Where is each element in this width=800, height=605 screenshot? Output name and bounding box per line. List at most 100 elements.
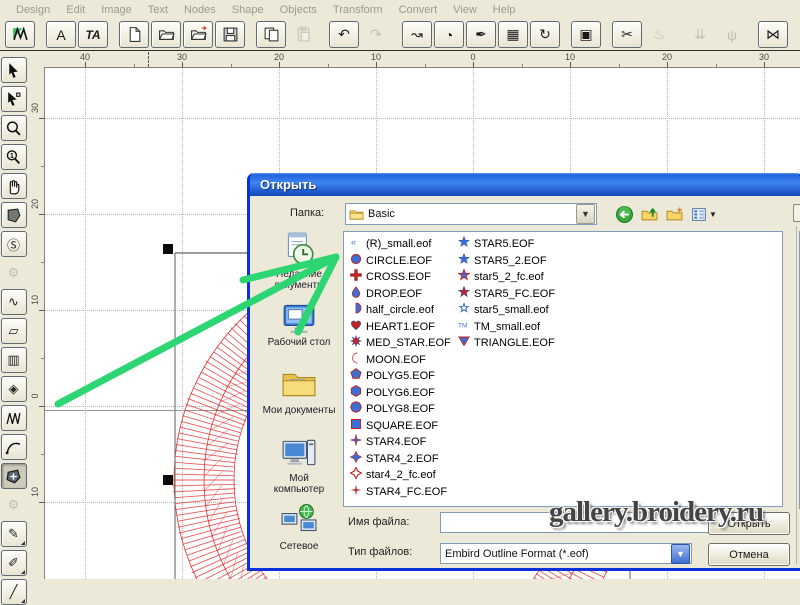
folder-combobox[interactable]: Basic ▼ bbox=[345, 203, 597, 225]
file-item[interactable]: DROP.EOF bbox=[350, 286, 458, 303]
open-file-button[interactable] bbox=[151, 21, 181, 48]
measure-curve-button[interactable]: ↝ bbox=[402, 21, 432, 48]
hoop-button[interactable]: ▣ bbox=[571, 21, 601, 48]
zoom-tool[interactable] bbox=[1, 115, 27, 141]
menu-edit[interactable]: Edit bbox=[58, 4, 93, 16]
file-item[interactable]: MED_STAR.EOF bbox=[350, 335, 458, 352]
file-item[interactable]: STAR4_FC.EOF bbox=[350, 484, 458, 501]
new-file-button[interactable] bbox=[119, 21, 149, 48]
desktop-icon bbox=[281, 299, 317, 337]
side-button-stub[interactable] bbox=[793, 204, 800, 222]
dialog-title: Открыть bbox=[260, 177, 316, 192]
file-name: DROP.EOF bbox=[366, 288, 422, 300]
selection-handle[interactable] bbox=[163, 475, 173, 485]
embird-stitch-logo-icon[interactable] bbox=[5, 21, 35, 48]
file-item[interactable]: TRIANGLE.EOF bbox=[458, 335, 566, 352]
pencil-tool[interactable]: ✎ bbox=[1, 521, 27, 547]
params-tool: ⚙ bbox=[1, 492, 27, 518]
menu-image[interactable]: Image bbox=[93, 4, 140, 16]
menu-text[interactable]: Text bbox=[140, 4, 176, 16]
file-item[interactable]: POLYG8.EOF bbox=[350, 401, 458, 418]
new-folder-button[interactable]: ✶ bbox=[662, 202, 686, 226]
dialog-title-bar[interactable]: Открыть bbox=[250, 173, 800, 196]
file-item[interactable]: CIRCLE.EOF bbox=[350, 253, 458, 270]
menu-convert[interactable]: Convert bbox=[391, 4, 446, 16]
menu-view[interactable]: View bbox=[445, 4, 485, 16]
outline-node-tool[interactable]: ◈ bbox=[1, 376, 27, 402]
up-one-level-button[interactable] bbox=[637, 202, 661, 226]
pattern-fill-button[interactable]: ▦ bbox=[498, 21, 528, 48]
v-ruler-label: 20 bbox=[30, 196, 40, 212]
file-item[interactable]: STAR4_2.EOF bbox=[350, 451, 458, 468]
stitch-order-button[interactable]: ✒ bbox=[466, 21, 496, 48]
file-item[interactable]: STAR4.EOF bbox=[350, 434, 458, 451]
file-name: POLYG6.EOF bbox=[366, 387, 435, 399]
file-item[interactable]: « (R)_small.eof bbox=[350, 236, 458, 253]
place-my-computer[interactable]: Мой компьютер bbox=[259, 435, 339, 497]
file-item[interactable]: CROSS.EOF bbox=[350, 269, 458, 286]
file-item[interactable]: star4_2_fc.eof bbox=[350, 467, 458, 484]
zoom-1to1-tool[interactable]: 1 bbox=[1, 144, 27, 170]
regenerate-button[interactable]: ↻ bbox=[530, 21, 560, 48]
text-tool-button[interactable]: A bbox=[46, 21, 76, 48]
stretch-frame-button[interactable]: ⋈ bbox=[758, 21, 788, 48]
file-item[interactable]: HEART1.EOF bbox=[350, 319, 458, 336]
file-type-icon bbox=[458, 235, 474, 253]
file-item[interactable]: STAR5_FC.EOF bbox=[458, 286, 566, 303]
place-recent-documents[interactable]: Недавние документы bbox=[259, 231, 339, 293]
filetype-dropdown-arrow[interactable]: ▼ bbox=[671, 544, 690, 564]
knife-tool[interactable]: ✐ bbox=[1, 550, 27, 576]
place-network[interactable]: Сетевое bbox=[259, 503, 339, 565]
folder-dropdown-arrow[interactable]: ▼ bbox=[576, 204, 595, 224]
menu-transform[interactable]: Transform bbox=[325, 4, 391, 16]
file-type-icon bbox=[350, 252, 366, 270]
file-item[interactable]: STAR5_2.EOF bbox=[458, 253, 566, 270]
place-desktop[interactable]: Рабочий стол bbox=[259, 299, 339, 361]
left-tool-palette: 1Ⓢ⚙∿▱▥◈⚙✎✐╱ bbox=[0, 52, 27, 579]
file-item[interactable]: STAR5.EOF bbox=[458, 236, 566, 253]
place-my-documents[interactable]: Мои документы bbox=[259, 367, 339, 429]
pan-hand-tool[interactable] bbox=[1, 173, 27, 199]
back-button[interactable] bbox=[612, 202, 636, 226]
filetype-combobox[interactable]: Embird Outline Format (*.eof) ▼ bbox=[440, 543, 692, 564]
fill-region-tool[interactable] bbox=[1, 463, 27, 489]
menu-shape[interactable]: Shape bbox=[224, 4, 272, 16]
svg-text:1: 1 bbox=[10, 151, 14, 160]
ribbon-tool[interactable]: ∿ bbox=[1, 289, 27, 315]
file-item[interactable]: POLYG6.EOF bbox=[350, 385, 458, 402]
menu-design[interactable]: Design bbox=[8, 4, 58, 16]
menu-objects[interactable]: Objects bbox=[272, 4, 325, 16]
curve-tool[interactable] bbox=[1, 434, 27, 460]
preview-trim-button[interactable]: ✂ bbox=[612, 21, 642, 48]
file-item[interactable]: TM TM_small.eof bbox=[458, 319, 566, 336]
copy-button[interactable] bbox=[256, 21, 286, 48]
fill-shape-tool[interactable] bbox=[1, 202, 27, 228]
file-item[interactable]: half_circle.eof bbox=[350, 302, 458, 319]
node-edit-tool[interactable] bbox=[1, 86, 27, 112]
file-name: SQUARE.EOF bbox=[366, 420, 438, 432]
h-ruler-label: 0 bbox=[470, 52, 475, 62]
file-item[interactable]: star5_2_fc.eof bbox=[458, 269, 566, 286]
views-button[interactable]: ▼ bbox=[687, 202, 711, 226]
file-type-icon bbox=[350, 400, 366, 418]
zigzag-stitch-tool[interactable] bbox=[1, 405, 27, 431]
cancel-button[interactable]: Отмена bbox=[708, 543, 790, 566]
undo-button[interactable]: ↶ bbox=[329, 21, 359, 48]
layer-stack-tool[interactable]: ▥ bbox=[1, 347, 27, 373]
save-file-button[interactable] bbox=[215, 21, 245, 48]
menu-nodes[interactable]: Nodes bbox=[176, 4, 224, 16]
select-tool[interactable] bbox=[1, 57, 27, 83]
speed-gauge-button[interactable]: ◔ bbox=[434, 21, 464, 48]
file-list[interactable]: « (R)_small.eof CIRCLE.EOF CROSS.EOF DRO… bbox=[343, 231, 783, 507]
menu-help[interactable]: Help bbox=[485, 4, 524, 16]
file-item[interactable]: POLYG5.EOF bbox=[350, 368, 458, 385]
selection-handle[interactable] bbox=[163, 244, 173, 254]
file-item[interactable]: MOON.EOF bbox=[350, 352, 458, 369]
text-advanced-tool-button[interactable]: TA bbox=[78, 21, 108, 48]
measure-line-tool[interactable]: ╱ bbox=[1, 579, 27, 605]
file-item[interactable]: star5_small.eof bbox=[458, 302, 566, 319]
file-item[interactable]: SQUARE.EOF bbox=[350, 418, 458, 435]
import-file-button[interactable] bbox=[183, 21, 213, 48]
satin-tool[interactable]: Ⓢ bbox=[1, 231, 27, 257]
quad-patch-tool[interactable]: ▱ bbox=[1, 318, 27, 344]
